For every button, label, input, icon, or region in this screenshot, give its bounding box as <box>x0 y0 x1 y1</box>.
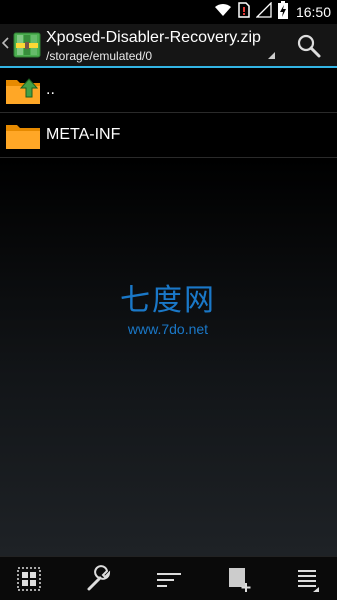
menu-button[interactable] <box>295 565 323 593</box>
archive-title: Xposed-Disabler-Recovery.zip <box>46 29 261 46</box>
tools-button[interactable] <box>85 565 113 593</box>
battery-charging-icon <box>277 0 288 24</box>
select-all-button[interactable] <box>15 565 43 593</box>
watermark: 七度网 www.7do.net <box>113 275 223 337</box>
new-file-button[interactable] <box>226 565 254 593</box>
search-button[interactable] <box>295 32 325 60</box>
sort-button[interactable] <box>155 565 183 593</box>
list-item-meta-inf[interactable]: META-INF <box>0 113 337 158</box>
list-item-parent-dir[interactable]: .. <box>0 68 337 113</box>
search-icon <box>295 34 323 64</box>
sort-icon <box>155 573 183 597</box>
wrench-icon <box>85 565 113 597</box>
file-list: .. META-INF <box>0 68 337 158</box>
file-name: .. <box>46 81 55 98</box>
watermark-logo-text: 七度网 <box>120 283 216 318</box>
status-bar: 16:50 <box>0 0 337 24</box>
archive-app-icon[interactable] <box>13 31 41 59</box>
signal-icon <box>255 0 272 23</box>
menu-list-icon <box>295 570 323 597</box>
bottom-toolbar <box>0 556 337 600</box>
wifi-icon <box>214 3 232 22</box>
watermark-url: www.7do.net <box>127 321 209 337</box>
folder-up-icon <box>5 75 41 105</box>
file-name: META-INF <box>46 126 121 143</box>
spinner-arrow-icon[interactable] <box>268 52 275 59</box>
select-grid-icon <box>15 567 43 597</box>
list-background <box>0 158 337 556</box>
up-chevron-icon[interactable] <box>1 37 9 52</box>
sim-alert-icon <box>238 1 250 23</box>
new-file-icon <box>226 568 254 597</box>
status-time: 16:50 <box>295 4 331 20</box>
folder-icon <box>5 120 41 150</box>
current-path[interactable]: /storage/emulated/0 <box>46 49 152 63</box>
action-bar: Xposed-Disabler-Recovery.zip /storage/em… <box>0 24 337 68</box>
